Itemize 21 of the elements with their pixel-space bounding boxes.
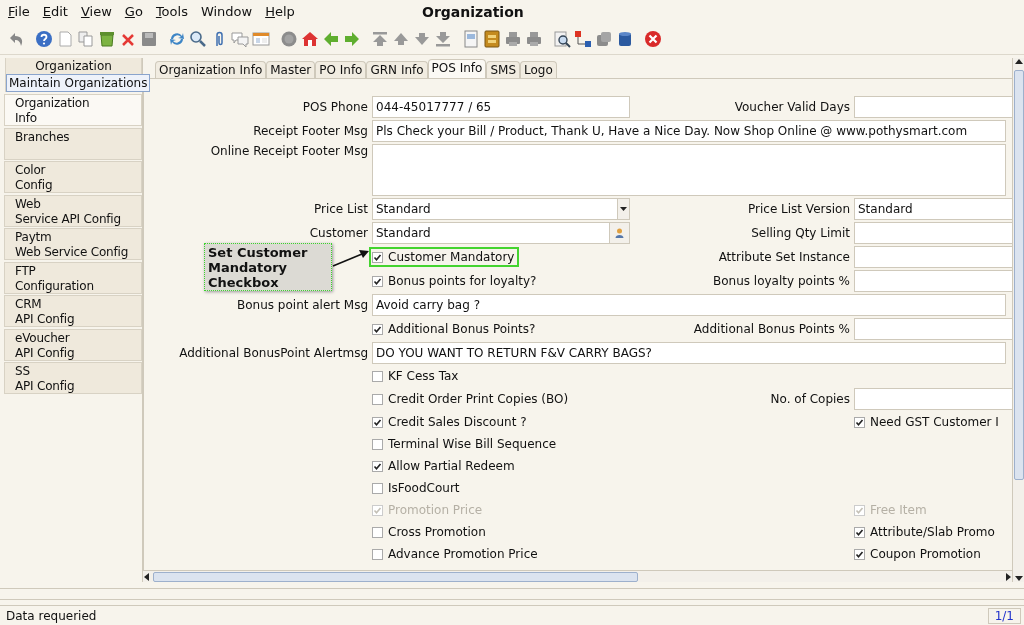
checkbox: Promotion Price bbox=[369, 500, 488, 521]
field-label: Selling Qty Limit bbox=[750, 226, 850, 241]
field-label: Bonus point alert Msg bbox=[236, 298, 368, 313]
page-counter: 1/1 bbox=[987, 607, 1021, 624]
field-label: POS Phone bbox=[301, 100, 368, 115]
field-label: Additional Bonus Points % bbox=[692, 322, 850, 337]
field-label: Attribute Set Instance bbox=[717, 250, 850, 265]
field-label: Price List bbox=[312, 202, 368, 217]
field-label: Online Receipt Footer Msg bbox=[209, 144, 368, 159]
field-label: Additional BonusPoint Alertmsg bbox=[178, 346, 368, 361]
field-label: Bonus loyalty points % bbox=[712, 274, 850, 289]
window-title: Organization bbox=[422, 4, 524, 20]
field-label: Voucher Valid Days bbox=[733, 100, 850, 115]
field-label: Receipt Footer Msg bbox=[252, 124, 368, 139]
checkbox: Free Item bbox=[851, 500, 932, 521]
field-label: Price List Version bbox=[747, 202, 850, 217]
field-label: No. of Copies bbox=[769, 392, 850, 407]
tooltip: Maintain Organizations bbox=[6, 74, 151, 93]
annotation-callout: Set Customer Mandatory Checkbox bbox=[204, 243, 332, 292]
status-message: Data requeried bbox=[5, 608, 97, 623]
field-label: Customer bbox=[308, 226, 368, 241]
